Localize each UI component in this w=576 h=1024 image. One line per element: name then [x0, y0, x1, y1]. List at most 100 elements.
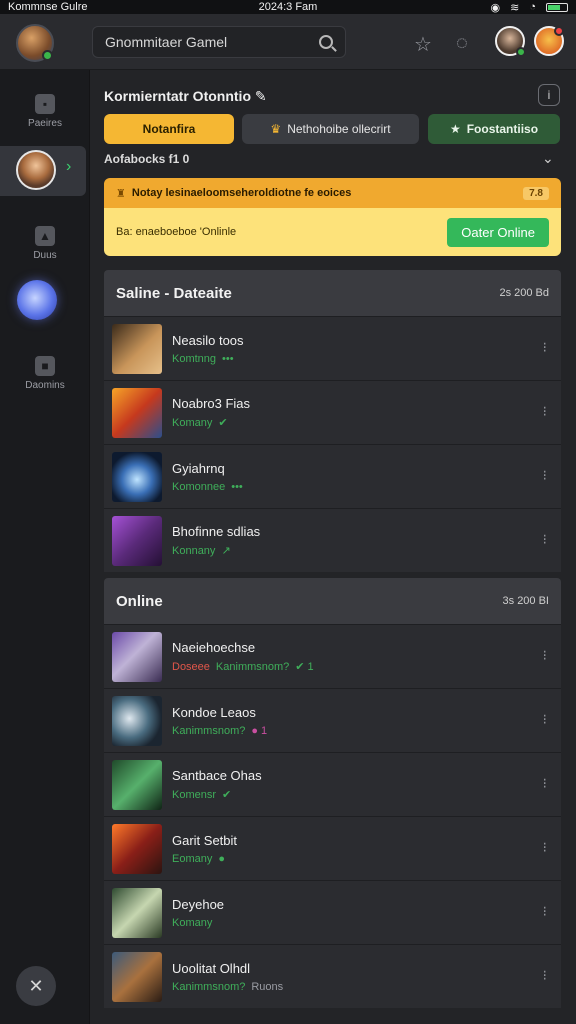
more-options-icon[interactable]: ⁝: [543, 967, 547, 984]
friend-row[interactable]: Deyehoe Komany ⁝: [104, 880, 561, 944]
pencil-icon[interactable]: ✎: [255, 88, 267, 104]
group-header[interactable]: Online 3s 200 BI: [104, 578, 561, 624]
friend-status: Komany: [172, 416, 213, 429]
sidebar-item-players[interactable]: ▪ Paeires: [0, 94, 90, 129]
friend-row[interactable]: Neasilo toos Komtnng ••• ⁝: [104, 316, 561, 380]
status-bar: Kommnse Gulre 2024:3 Fam ◉ ≋ ◔: [0, 0, 576, 14]
sidebar-item-label: Daomins: [25, 380, 65, 391]
friend-name: Naeiehoechse: [172, 640, 256, 655]
friend-name: Santbace Ohas: [172, 768, 262, 783]
friend-row[interactable]: Santbace Ohas Komensr ✔ ⁝: [104, 752, 561, 816]
friend-row[interactable]: Uoolitat Olhdl Kanimmsnom? Ruons ⁝: [104, 944, 561, 1008]
sidebar-item-duos[interactable]: ▲ Duus: [0, 226, 90, 261]
search-input[interactable]: Gnommitaer Gamel: [92, 26, 346, 58]
friend-name: Gyiahrnq: [172, 460, 225, 476]
controller-icon[interactable]: ◌: [456, 32, 468, 55]
group-header[interactable]: Saline - Dateaite 2s 200 Bd: [104, 270, 561, 316]
notifications-avatar[interactable]: [534, 26, 564, 56]
shield-icon: ■: [35, 356, 55, 376]
banner-text: Ba: enaeboeboe 'Onlinle: [116, 226, 237, 238]
orb-icon[interactable]: [17, 280, 57, 320]
hero-thumbnail: [112, 387, 162, 438]
more-options-icon[interactable]: ⁝: [543, 903, 547, 920]
search-icon[interactable]: [319, 35, 333, 49]
friend-status: Konnany: [172, 544, 216, 557]
friend-name: Uoolitat Olhdl: [172, 960, 251, 976]
trophy-icon: ♜: [116, 187, 126, 200]
crown-icon: ♛: [270, 122, 282, 136]
group-count: 3s 200 BI: [502, 595, 549, 607]
friends-group-offline: Saline - Dateaite 2s 200 Bd Neasilo toos…: [104, 270, 561, 572]
banner-tag: 7.8: [523, 186, 549, 200]
friend-status: Eomany: [172, 852, 213, 865]
status-badge: ✔: [222, 789, 232, 801]
friend-row[interactable]: Gyiahrnq Komonnee ••• ⁝: [104, 444, 561, 508]
notification-dot: [554, 26, 564, 36]
hero-thumbnail: [112, 823, 162, 874]
enter-online-button[interactable]: Oater Online: [447, 217, 549, 247]
app-avatar[interactable]: [16, 24, 54, 62]
more-options-icon[interactable]: ⁝: [543, 775, 547, 792]
hero-thumbnail: [112, 515, 162, 566]
star-icon[interactable]: ☆: [414, 32, 432, 57]
filter-pill-notifications[interactable]: Notanfira: [104, 114, 234, 144]
pill-label: Nethohoibe ollecrirt: [287, 122, 391, 136]
star-icon: ★: [449, 122, 461, 136]
sidebar-item-label: Paeires: [28, 118, 62, 129]
more-options-icon[interactable]: ⁝: [543, 711, 547, 728]
friend-row[interactable]: Garit Setbit Eomany ● ⁝: [104, 816, 561, 880]
top-app-bar: Gnommitaer Gamel ☆ ◌: [0, 14, 576, 70]
announcement-banner: ♜ Notay lesinaeloomseheroldiotne fe eoic…: [104, 178, 561, 256]
hero-thumbnail: [112, 323, 162, 374]
hero-avatar[interactable]: [16, 150, 56, 190]
wifi-icon: ≋: [510, 1, 520, 14]
sidebar-item-label: Duus: [33, 250, 57, 261]
friend-name: Deyehoe: [172, 896, 225, 912]
chevron-right-icon: ›: [66, 158, 72, 175]
person-icon: ▲: [35, 226, 55, 246]
friend-status: Kanimmsnom?: [172, 980, 246, 993]
friend-row[interactable]: Noabro3 Fias Komany ✔ ⁝: [104, 380, 561, 444]
online-status-dot: [516, 47, 526, 57]
signal-icon: ◔: [529, 1, 536, 13]
info-button[interactable]: i: [538, 84, 560, 106]
filter-pill-collection[interactable]: ♛ Nethohoibe ollecrirt: [242, 114, 419, 144]
chevron-down-icon[interactable]: ⌄: [542, 150, 554, 167]
search-text: Gnommitaer Gamel: [105, 34, 228, 50]
friend-name: Kondoe Leaos: [172, 704, 256, 720]
status-icons: ◉ ≋ ◔: [491, 1, 568, 14]
friend-status: Komany: [172, 916, 213, 929]
subheader: Aofabocks f1 0: [104, 152, 190, 166]
banner-body: Ba: enaeboeboe 'Onlinle Oater Online: [104, 208, 561, 256]
hero-thumbnail: [112, 631, 162, 682]
friend-row[interactable]: Naeiehoechse Doseee Kanimmsnom? ✔ 1 ⁝: [104, 624, 561, 688]
filter-pill-favorites[interactable]: ★ Foostantiiso: [428, 114, 560, 144]
banner-title: Notay lesinaeloomseheroldiotne fe eoices: [131, 187, 352, 199]
friend-status: Komonnee: [172, 480, 226, 493]
more-options-icon[interactable]: ⁝: [543, 339, 547, 356]
more-options-icon[interactable]: ⁝: [543, 839, 547, 856]
friend-row[interactable]: Kondoe Leaos Kanimmsnom? ● 1 ⁝: [104, 688, 561, 752]
friend-name: Noabro3 Fias: [172, 396, 251, 411]
friend-status: Komensr: [172, 788, 217, 801]
more-options-icon[interactable]: ⁝: [543, 531, 547, 548]
status-badge: ● 1: [251, 724, 268, 737]
more-options-icon[interactable]: ⁝: [543, 403, 547, 420]
page-title-text: Kormierntatr Otonntio: [104, 88, 251, 104]
group-title: Online: [116, 592, 163, 610]
status-badge: ↗: [221, 545, 231, 557]
close-icon[interactable]: ✕: [16, 966, 56, 1006]
status-badge: ✔ 1: [295, 661, 314, 673]
friend-row[interactable]: Bhofinne sdlias Konnany ↗ ⁝: [104, 508, 561, 572]
user-icon: ▪: [35, 94, 55, 114]
hero-thumbnail: [112, 759, 162, 810]
sidebar-item-domains[interactable]: ■ Daomins: [0, 356, 90, 391]
status-badge: ✔: [218, 417, 228, 429]
user-avatar[interactable]: [495, 26, 526, 57]
status-badge: Ruons: [251, 980, 284, 993]
group-count: 2s 200 Bd: [499, 287, 549, 299]
more-options-icon[interactable]: ⁝: [543, 467, 547, 484]
hero-thumbnail: [112, 887, 162, 938]
online-status-dot: [42, 50, 53, 61]
more-options-icon[interactable]: ⁝: [543, 647, 547, 664]
